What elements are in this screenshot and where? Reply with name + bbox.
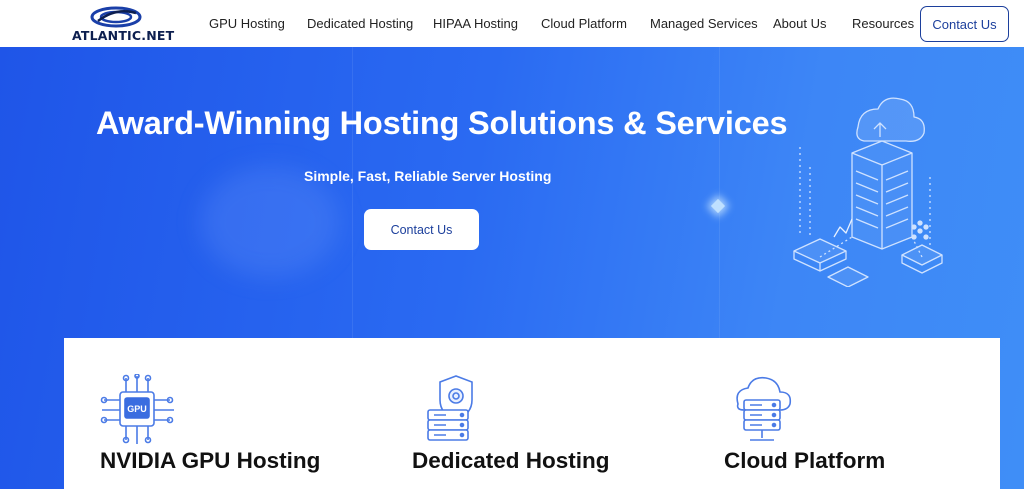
gpu-chip-icon: GPU (100, 374, 174, 444)
nav-about-us[interactable]: About Us (773, 16, 826, 31)
hero-subtitle: Simple, Fast, Reliable Server Hosting (304, 168, 552, 184)
hero-title: Award-Winning Hosting Solutions & Servic… (96, 105, 788, 141)
service-card-cloud[interactable]: Cloud Platform (688, 338, 1000, 489)
cloud-server-icon (736, 376, 792, 441)
atlantic-net-logo[interactable]: ATLANTIC.NET (72, 5, 174, 45)
card-title: Dedicated Hosting (412, 448, 610, 473)
nav-cloud-platform[interactable]: Cloud Platform (541, 16, 627, 31)
sparkle-icon (710, 198, 726, 214)
nav-resources[interactable]: Resources (852, 16, 914, 31)
hero-divider-line (719, 47, 720, 347)
brand-name: ATLANTIC.NET (72, 28, 175, 43)
service-card-gpu[interactable]: GPU NVIDIA GPU Hosting (64, 338, 376, 489)
shield-server-icon (427, 375, 473, 441)
hero-divider-line (352, 47, 353, 347)
nav-hipaa-hosting[interactable]: HIPAA Hosting (433, 16, 518, 31)
service-card-dedicated[interactable]: Dedicated Hosting (376, 338, 688, 489)
header-contact-button[interactable]: Contact Us (920, 6, 1009, 42)
card-title: Cloud Platform (724, 448, 886, 473)
card-title: NVIDIA GPU Hosting (100, 448, 321, 473)
hero-contact-button[interactable]: Contact Us (364, 209, 479, 250)
server-cloud-isometric-icon (793, 97, 943, 287)
nav-dedicated-hosting[interactable]: Dedicated Hosting (307, 16, 413, 31)
logo-swoosh-icon (90, 6, 142, 28)
site-header: ATLANTIC.NET GPU Hosting Dedicated Hosti… (0, 0, 1024, 47)
nav-managed-services[interactable]: Managed Services (650, 16, 758, 31)
nav-gpu-hosting[interactable]: GPU Hosting (209, 16, 285, 31)
gpu-chip-label: GPU (127, 404, 147, 414)
